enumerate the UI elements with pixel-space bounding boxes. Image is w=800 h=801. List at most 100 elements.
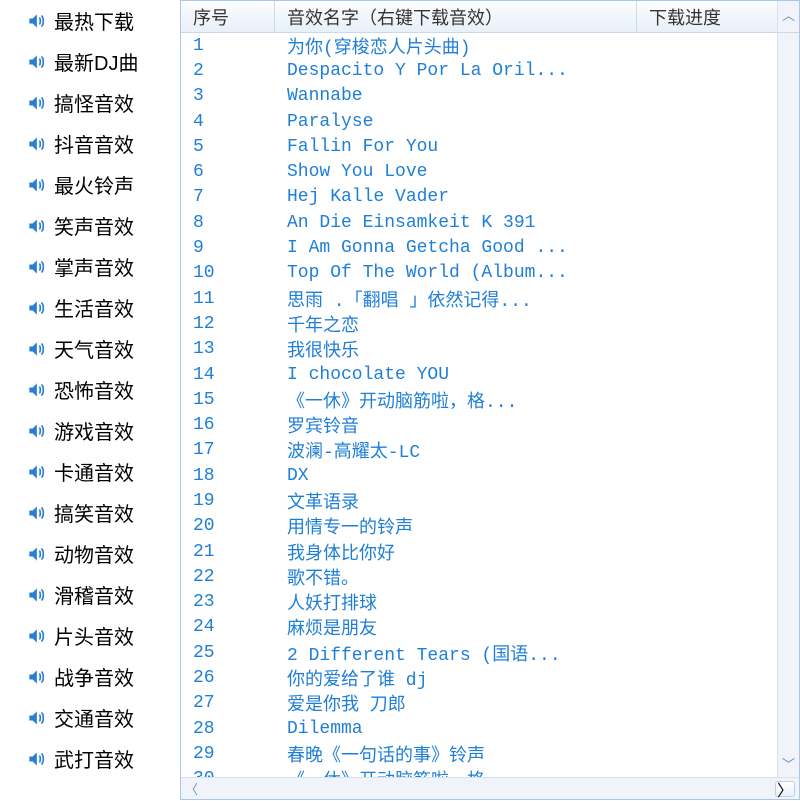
table-row[interactable]: 28Dilemma	[181, 716, 777, 741]
header-progress[interactable]: 下载进度	[637, 1, 777, 32]
horizontal-scrollbar[interactable]: 〈 〉	[181, 777, 799, 799]
table-row[interactable]: 11思雨 .「翻唱 」依然记得...	[181, 286, 777, 311]
row-index: 18	[181, 466, 275, 486]
row-name: Fallin For You	[275, 137, 639, 157]
table-body-wrap: 1为你(穿梭恋人片头曲)2Despacito Y Por La Oril...3…	[181, 33, 799, 777]
table-row[interactable]: 13我很快乐	[181, 337, 777, 362]
table-row[interactable]: 19文革语录	[181, 488, 777, 513]
sidebar-item[interactable]: 搞怪音效	[26, 82, 172, 123]
row-index: 24	[181, 617, 275, 637]
sidebar-item[interactable]: 生活音效	[26, 287, 172, 328]
row-name: DX	[275, 466, 639, 486]
speaker-icon	[26, 667, 46, 687]
speaker-icon	[26, 380, 46, 400]
header-index[interactable]: 序号	[181, 1, 275, 32]
sidebar-item-label: 恐怖音效	[54, 375, 134, 404]
speaker-icon	[26, 626, 46, 646]
row-name: 思雨 .「翻唱 」依然记得...	[275, 286, 639, 312]
row-index: 4	[181, 112, 275, 132]
sidebar-item-label: 片头音效	[54, 621, 134, 650]
row-name: Hej Kalle Vader	[275, 187, 639, 207]
vertical-scrollbar-top[interactable]: ︿	[777, 1, 799, 32]
table-row[interactable]: 27爱是你我 刀郎	[181, 691, 777, 716]
sidebar-item[interactable]: 抖音音效	[26, 123, 172, 164]
scroll-right-icon[interactable]: 〉	[775, 781, 795, 797]
scroll-left-icon[interactable]: 〈	[185, 779, 198, 798]
table-row[interactable]: 252 Different Tears (国语...	[181, 640, 777, 665]
table-row[interactable]: 20用情专一的铃声	[181, 514, 777, 539]
table-row[interactable]: 12千年之恋	[181, 311, 777, 336]
row-name: 2 Different Tears (国语...	[275, 640, 639, 666]
table-row[interactable]: 17波澜-高耀太-LC	[181, 438, 777, 463]
speaker-icon	[26, 257, 46, 277]
sidebar-item[interactable]: 掌声音效	[26, 246, 172, 287]
table-row[interactable]: 18DX	[181, 463, 777, 488]
speaker-icon	[26, 708, 46, 728]
vertical-scrollbar[interactable]: ﹀	[777, 33, 799, 777]
row-index: 17	[181, 440, 275, 460]
row-index: 10	[181, 263, 275, 283]
table-row[interactable]: 6Show You Love	[181, 159, 777, 184]
sidebar-item[interactable]: 最热下载	[26, 0, 172, 41]
sidebar-item[interactable]: 武打音效	[26, 738, 172, 779]
speaker-icon	[26, 175, 46, 195]
sidebar-item[interactable]: 最火铃声	[26, 164, 172, 205]
table-row[interactable]: 9I Am Gonna Getcha Good ...	[181, 235, 777, 260]
sidebar-item[interactable]: 搞笑音效	[26, 492, 172, 533]
row-name: 用情专一的铃声	[275, 513, 639, 539]
table-row[interactable]: 7Hej Kalle Vader	[181, 185, 777, 210]
table-row[interactable]: 1为你(穿梭恋人片头曲)	[181, 33, 777, 58]
row-name: 千年之恋	[275, 311, 639, 337]
scroll-up-icon[interactable]: ︿	[782, 5, 795, 24]
sidebar-item[interactable]: 动物音效	[26, 533, 172, 574]
scroll-down-icon[interactable]: ﹀	[782, 754, 795, 773]
table-row[interactable]: 16罗宾铃音	[181, 412, 777, 437]
speaker-icon	[26, 749, 46, 769]
table-row[interactable]: 8An Die Einsamkeit K 391	[181, 210, 777, 235]
row-index: 23	[181, 592, 275, 612]
main-panel: 序号 音效名字（右键下载音效） 下载进度 ︿ 1为你(穿梭恋人片头曲)2Desp…	[180, 0, 800, 800]
row-index: 8	[181, 213, 275, 233]
sidebar-item[interactable]: 片头音效	[26, 615, 172, 656]
header-name[interactable]: 音效名字（右键下载音效）	[275, 1, 637, 32]
row-index: 7	[181, 187, 275, 207]
row-name: Wannabe	[275, 86, 639, 106]
sidebar-item-label: 最火铃声	[54, 170, 134, 199]
table-row[interactable]: 30《一休》开动脑筋啦，格...	[181, 767, 777, 777]
row-name: 《一休》开动脑筋啦，格...	[275, 766, 639, 777]
sidebar-item[interactable]: 笑声音效	[26, 205, 172, 246]
sidebar-item-label: 生活音效	[54, 293, 134, 322]
table-header: 序号 音效名字（右键下载音效） 下载进度 ︿	[181, 1, 799, 33]
table-row[interactable]: 14I chocolate YOU	[181, 362, 777, 387]
table-row[interactable]: 24麻烦是朋友	[181, 615, 777, 640]
sidebar-item[interactable]: 战争音效	[26, 656, 172, 697]
row-name: 你的爱给了谁 dj	[275, 665, 639, 691]
table-row[interactable]: 5Fallin For You	[181, 134, 777, 159]
sidebar-item[interactable]: 交通音效	[26, 697, 172, 738]
row-index: 12	[181, 314, 275, 334]
table-row[interactable]: 29春晚《一句话的事》铃声	[181, 741, 777, 766]
sidebar-item[interactable]: 卡通音效	[26, 451, 172, 492]
sidebar-item[interactable]: 游戏音效	[26, 410, 172, 451]
sidebar-item[interactable]: 天气音效	[26, 328, 172, 369]
row-name: 罗宾铃音	[275, 412, 639, 438]
table-row[interactable]: 21我身体比你好	[181, 539, 777, 564]
table-row[interactable]: 2Despacito Y Por La Oril...	[181, 58, 777, 83]
table-row[interactable]: 3Wannabe	[181, 84, 777, 109]
sidebar-item[interactable]: 滑稽音效	[26, 574, 172, 615]
row-name: Dilemma	[275, 719, 639, 739]
row-index: 6	[181, 162, 275, 182]
row-name: Top Of The World (Album...	[275, 263, 639, 283]
table-row[interactable]: 15《一休》开动脑筋啦，格...	[181, 387, 777, 412]
table-row[interactable]: 23人妖打排球	[181, 590, 777, 615]
row-name: 爱是你我 刀郎	[275, 690, 639, 716]
speaker-icon	[26, 11, 46, 31]
table-row[interactable]: 4Paralyse	[181, 109, 777, 134]
table-row[interactable]: 10Top Of The World (Album...	[181, 261, 777, 286]
table-row[interactable]: 26你的爱给了谁 dj	[181, 665, 777, 690]
table-row[interactable]: 22歌不错。	[181, 564, 777, 589]
row-name: 我很快乐	[275, 336, 639, 362]
sidebar-item[interactable]: 恐怖音效	[26, 369, 172, 410]
sidebar-item-label: 武打音效	[54, 744, 134, 773]
sidebar-item[interactable]: 最新DJ曲	[26, 41, 172, 82]
